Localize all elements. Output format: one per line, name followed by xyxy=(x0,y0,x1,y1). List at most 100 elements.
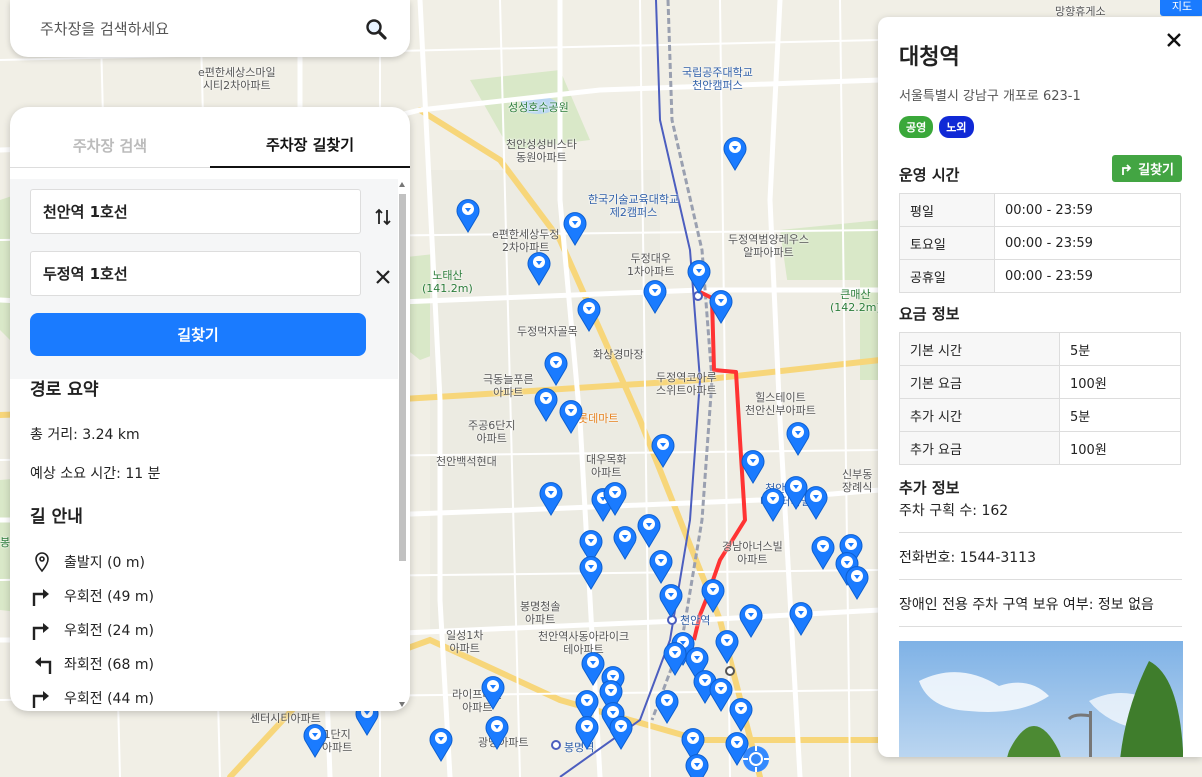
route-panel: 주차장 검색 주차장 길찾기 길찾기 경로 요약 총 거리: 3.24 km 예… xyxy=(10,107,410,711)
parking-marker-icon[interactable] xyxy=(648,548,674,584)
map-place-label: 극동늘푸른 아파트 xyxy=(483,373,534,399)
parking-marker-icon[interactable] xyxy=(684,752,710,777)
turn-right-icon xyxy=(30,584,54,608)
search-icon[interactable] xyxy=(362,15,390,43)
parking-photo xyxy=(899,641,1183,757)
parking-marker-icon[interactable] xyxy=(608,714,634,750)
extra-title: 추가 정보 xyxy=(899,479,960,497)
parking-marker-icon[interactable] xyxy=(578,554,604,590)
table-cell: 00:00 - 23:59 xyxy=(994,259,1181,293)
search-bar xyxy=(10,0,410,57)
map-place-label: 큰매산 (142.2m) xyxy=(830,288,881,314)
table-cell: 100원 xyxy=(1059,365,1181,399)
parking-marker-icon[interactable] xyxy=(708,288,734,324)
parking-marker-icon[interactable] xyxy=(728,696,754,732)
scroll-thumb[interactable] xyxy=(399,194,406,561)
route-form: 길찾기 xyxy=(10,179,398,379)
parking-marker-icon[interactable] xyxy=(738,602,764,638)
map-place-label: 두정역범양레우스 알파아파트 xyxy=(728,233,809,259)
parking-marker-icon[interactable] xyxy=(602,480,628,516)
map-place-label: 일성1차 아파트 xyxy=(446,629,484,655)
panel-scrollbar[interactable] xyxy=(398,182,407,707)
hours-title: 운영 시간 xyxy=(899,166,960,184)
parking-marker-icon[interactable] xyxy=(650,432,676,468)
scroll-up-icon[interactable] xyxy=(399,182,405,187)
parking-marker-icon[interactable] xyxy=(654,688,680,724)
parking-marker-icon[interactable] xyxy=(455,197,481,233)
close-icon[interactable] xyxy=(372,266,394,288)
navigate-button[interactable]: 길찾기 xyxy=(1112,155,1182,182)
table-row: 기본 요금 100원 xyxy=(899,365,1181,399)
turn-left-icon xyxy=(30,652,54,676)
map-corner-button[interactable]: 지도 xyxy=(1160,0,1202,16)
parking-marker-icon[interactable] xyxy=(576,296,602,332)
map-place-label: 천안백석현대 xyxy=(436,455,497,468)
table-cell: 5분 xyxy=(1059,332,1181,366)
route-step[interactable]: 우회전 (24 m) xyxy=(30,613,390,647)
parking-marker-icon[interactable] xyxy=(714,628,740,664)
route-step[interactable]: 좌회전 (68 m) xyxy=(30,647,390,681)
parking-marker-icon[interactable] xyxy=(700,577,726,613)
parking-marker-icon[interactable] xyxy=(788,600,814,636)
map-place-label: 두정먹자골목 xyxy=(517,325,578,338)
parking-marker-icon[interactable] xyxy=(533,386,559,422)
parking-marker-icon[interactable] xyxy=(538,480,564,516)
parking-marker-icon[interactable] xyxy=(428,726,454,762)
map-place-label: 화상경마장 xyxy=(593,348,644,361)
hours-table: 평일 00:00 - 23:59 토요일 00:00 - 23:59 공휴일 00:0… xyxy=(899,193,1181,293)
map-place-label: 성성호수공원 xyxy=(508,101,569,114)
parking-marker-icon[interactable] xyxy=(785,420,811,456)
turn-right-icon xyxy=(1122,163,1132,175)
total-distance: 총 거리: 3.24 km xyxy=(30,427,140,443)
parking-marker-icon[interactable] xyxy=(612,524,638,560)
destination-input[interactable] xyxy=(30,251,361,296)
parking-marker-icon[interactable] xyxy=(844,564,870,600)
swap-icon[interactable] xyxy=(372,206,394,228)
status-badge: 공영 xyxy=(899,116,934,138)
map-place-label: 천안성성비스타 동원아파트 xyxy=(506,138,577,164)
parking-marker-icon[interactable] xyxy=(543,350,569,386)
parking-address: 서울특별시 강남구 개포로 623-1 xyxy=(899,89,1081,104)
search-input[interactable] xyxy=(40,19,362,38)
tab-parking-search[interactable]: 주차장 검색 xyxy=(10,107,210,168)
parking-marker-icon[interactable] xyxy=(803,484,829,520)
route-step[interactable]: 우회전 (49 m) xyxy=(30,579,390,613)
guide-steps: 출발지 (0 m) 우회전 (49 m) 우회전 (24 m) 좌회전 (68 m) 우… xyxy=(30,545,390,711)
find-route-button[interactable]: 길찾기 xyxy=(30,313,366,356)
navigate-label: 길찾기 xyxy=(1138,163,1174,178)
map-place-label: 주공6단지 아파트 xyxy=(468,419,516,445)
close-icon[interactable] xyxy=(1163,29,1185,51)
route-step-text: 우회전 (49 m) xyxy=(64,589,154,605)
parking-marker-icon[interactable] xyxy=(480,674,506,710)
parking-marker-icon[interactable] xyxy=(302,722,328,758)
route-step-text: 좌회전 (68 m) xyxy=(64,657,154,673)
parking-marker-icon[interactable] xyxy=(562,210,588,246)
parking-marker-icon[interactable] xyxy=(484,714,510,750)
table-row: 추가 시간 5분 xyxy=(899,398,1181,432)
route-step[interactable]: 우회전 (44 m) xyxy=(30,681,390,711)
parking-marker-icon[interactable] xyxy=(724,730,750,766)
parking-marker-icon[interactable] xyxy=(658,582,684,618)
scroll-down-icon[interactable] xyxy=(399,702,405,707)
table-row: 평일 00:00 - 23:59 xyxy=(899,193,1181,227)
fee-table: 기본 시간 5분 기본 요금 100원 추가 시간 5분 추가 요금 100원 xyxy=(899,332,1181,465)
parking-marker-icon[interactable] xyxy=(526,250,552,286)
table-row: 공휴일 00:00 - 23:59 xyxy=(899,259,1181,293)
parking-marker-icon[interactable] xyxy=(740,448,766,484)
parking-marker-icon[interactable] xyxy=(636,512,662,548)
route-step[interactable]: 출발지 (0 m) xyxy=(30,545,390,579)
tab-parking-route[interactable]: 주차장 길찾기 xyxy=(210,107,410,168)
origin-input[interactable] xyxy=(30,189,361,234)
parking-name: 대청역 xyxy=(899,45,960,70)
parking-marker-icon[interactable] xyxy=(810,534,836,570)
parking-marker-icon[interactable] xyxy=(642,278,668,314)
parking-marker-icon[interactable] xyxy=(558,398,584,434)
phone-number: 전화번호: 1544-3113 xyxy=(899,547,1182,580)
map-place-label: 봉명청솔 아파트 xyxy=(520,600,561,626)
turn-right-icon xyxy=(30,686,54,710)
table-cell: 기본 요금 xyxy=(899,365,1060,399)
parking-marker-icon[interactable] xyxy=(722,135,748,171)
table-cell: 공휴일 xyxy=(899,259,995,293)
parking-marker-icon[interactable] xyxy=(574,714,600,750)
table-row: 토요일 00:00 - 23:59 xyxy=(899,226,1181,260)
